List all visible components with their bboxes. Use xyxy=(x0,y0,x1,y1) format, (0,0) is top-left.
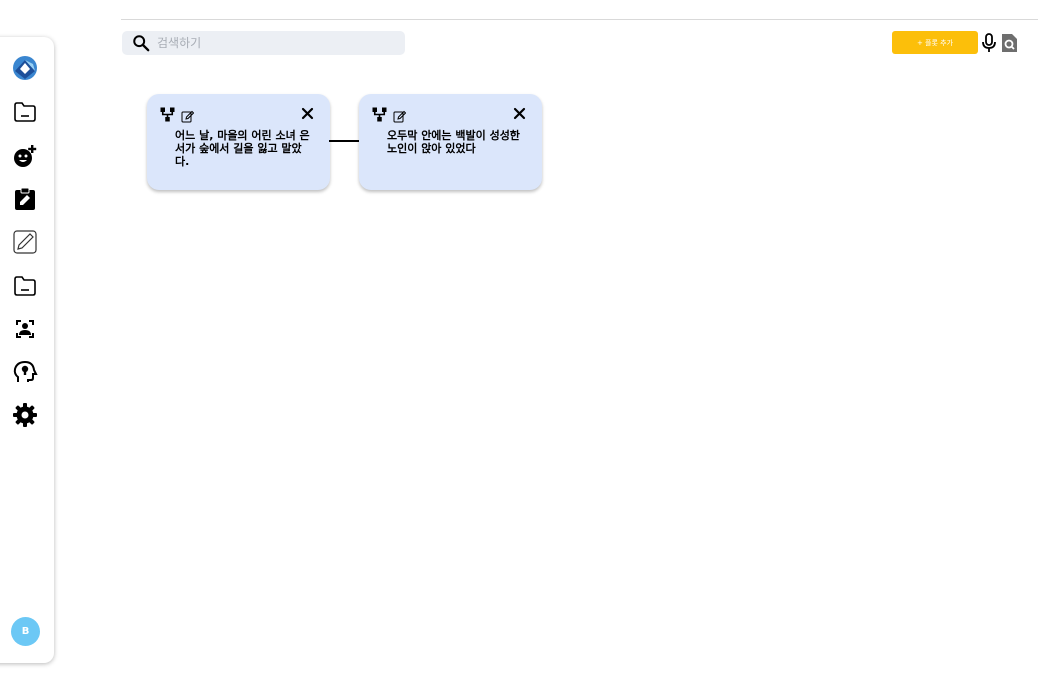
sidebar-item-add-character[interactable] xyxy=(10,141,40,171)
app-logo[interactable] xyxy=(10,53,40,83)
close-icon[interactable] xyxy=(301,105,314,120)
branch-icon[interactable] xyxy=(160,107,175,122)
folder-icon xyxy=(14,276,36,296)
close-icon[interactable] xyxy=(513,105,526,120)
person-focus-icon xyxy=(16,320,34,338)
sidebar: B xyxy=(0,37,54,663)
search-icon[interactable] xyxy=(131,33,151,53)
sidebar-item-settings[interactable] xyxy=(10,400,40,430)
psychology-icon xyxy=(13,360,38,382)
add-plot-button[interactable]: + 플롯 추가 xyxy=(892,31,978,54)
avatar[interactable]: B xyxy=(11,617,40,646)
pencil-icon xyxy=(13,230,37,254)
sidebar-item-character-focus[interactable] xyxy=(10,314,40,344)
assignment-edit-icon xyxy=(15,187,35,210)
sidebar-item-folder[interactable] xyxy=(10,97,40,127)
sidebar-item-ideas[interactable] xyxy=(10,357,40,387)
edit-icon[interactable] xyxy=(393,108,407,123)
search-bar xyxy=(122,31,405,55)
card-connector xyxy=(329,140,360,142)
sidebar-item-folder-2[interactable] xyxy=(10,271,40,301)
sidebar-item-assignment[interactable] xyxy=(10,184,40,214)
branch-icon[interactable] xyxy=(372,107,387,122)
search-input[interactable] xyxy=(157,36,387,50)
edit-icon[interactable] xyxy=(181,108,195,123)
microphone-icon[interactable] xyxy=(981,33,997,53)
find-in-page-icon[interactable] xyxy=(1000,33,1018,53)
face-add-icon xyxy=(14,145,37,167)
logo-icon xyxy=(13,56,37,80)
story-card[interactable]: 어느 날, 마을의 어린 소녀 은서가 숲에서 길을 잃고 말았다. xyxy=(147,94,330,190)
settings-icon xyxy=(13,403,37,427)
story-card[interactable]: 오두막 안에는 백발이 성성한 노인이 앉아 있었다 xyxy=(359,94,542,190)
folder-icon xyxy=(14,102,36,122)
sidebar-item-write[interactable] xyxy=(10,227,40,257)
story-card-text: 오두막 안에는 백발이 성성한 노인이 앉아 있었다 xyxy=(387,129,520,155)
story-card-text: 어느 날, 마을의 어린 소녀 은서가 숲에서 길을 잃고 말았다. xyxy=(175,129,310,168)
top-divider xyxy=(121,19,1038,20)
